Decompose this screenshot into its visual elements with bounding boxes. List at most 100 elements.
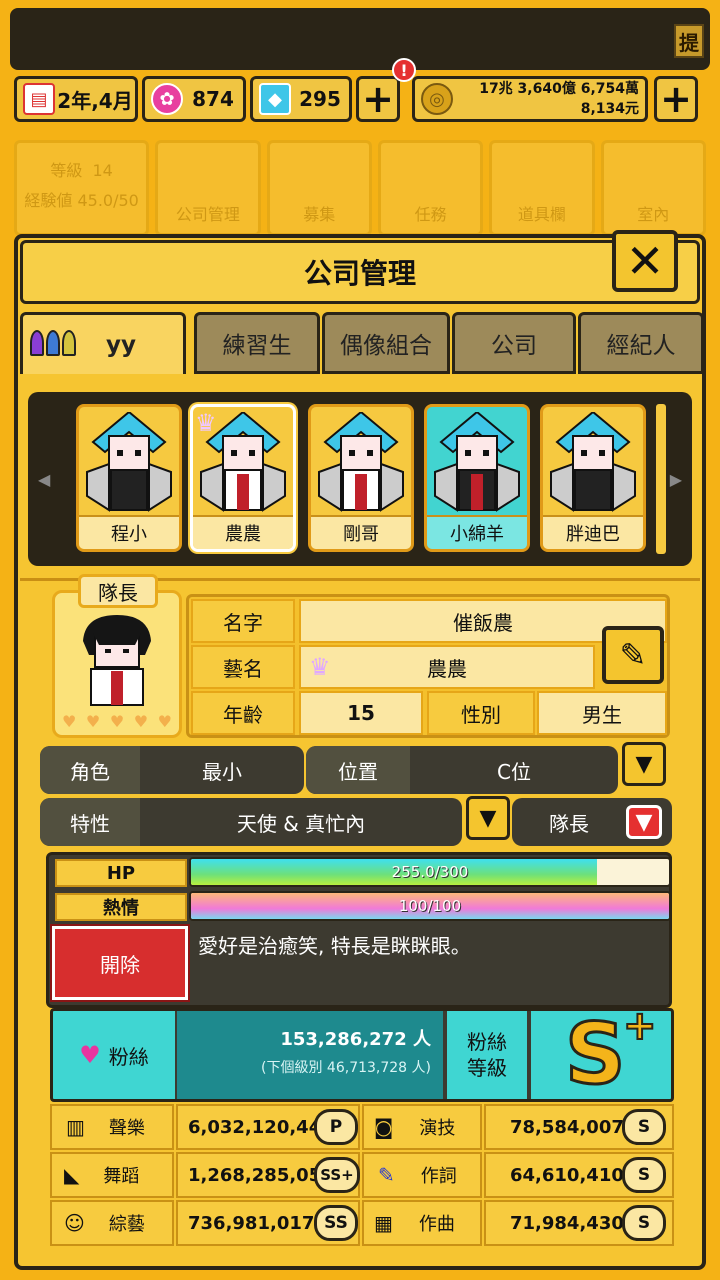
stage-name-row: ♛ 農農 <box>299 645 595 689</box>
age-value: 15 <box>299 691 423 735</box>
trait-label: 特性 <box>40 798 140 846</box>
crown-icon: ♛ <box>195 409 217 437</box>
gender-value: 男生 <box>537 691 667 735</box>
top-bar: 提 <box>10 8 710 70</box>
heart-icon: ♥ <box>85 712 101 731</box>
position-row: 位置 C位 <box>306 746 618 794</box>
member-name: 程小 <box>79 515 179 549</box>
bg-tile-interior: 室內 <box>600 140 706 236</box>
role-row: 角色 最小 <box>40 746 304 794</box>
fans-grade-plus: + <box>622 1008 657 1050</box>
fans-panel: ♥ 粉絲 153,286,272 人 (下個級別 46,713,728 人) 粉… <box>50 1008 674 1102</box>
group-members-icon <box>30 330 76 356</box>
pink-gem-icon: ✿ <box>151 83 183 115</box>
tab-label: yy <box>106 331 136 358</box>
date-display: ▤ 2年,4月 <box>14 76 138 122</box>
chevron-down-icon: ▼ <box>635 809 653 835</box>
close-button[interactable]: ✕ <box>612 230 678 292</box>
stat-acting-grade: S <box>622 1109 666 1145</box>
crown-icon: ♛ <box>309 653 331 681</box>
stats-grid: ▥ 聲樂 6,032,120,443 P ◙ 演技 78,584,007 S ◣… <box>50 1104 674 1248</box>
bg-tile-company: 公司管理 <box>155 140 261 236</box>
heart-icon: ♥ <box>157 712 172 731</box>
trait-dropdown-button[interactable]: ▼ <box>466 796 510 840</box>
member-name: 胖迪巴 <box>543 515 643 549</box>
fans-level-label: 粉絲 等級 <box>447 1011 527 1099</box>
scroll-left-icon[interactable]: ◀ <box>38 470 50 489</box>
tab-trainees[interactable]: 練習生 <box>194 312 320 374</box>
edit-name-button[interactable]: ✎ <box>602 626 664 684</box>
affection-hearts: ♥ ♥ ♥ ♥ ♥ <box>62 712 172 732</box>
member-card[interactable]: 剛哥 <box>308 404 414 552</box>
member-card[interactable]: 小綿羊 <box>424 404 530 552</box>
fans-grade-box: S + <box>531 1011 671 1099</box>
hp-label: HP <box>55 859 187 887</box>
bg-tile-mission: 任務 <box>377 140 484 236</box>
stat-vocal-label-box: ▥ 聲樂 <box>50 1104 174 1150</box>
fire-button[interactable]: 開除 <box>50 924 190 1002</box>
stat-variety-grade: SS <box>314 1205 358 1241</box>
heart-icon: ♥ <box>109 712 125 731</box>
member-card-selected[interactable]: ♛ 農農 <box>190 404 296 552</box>
hp-bar: 255.0/300 <box>189 857 671 887</box>
scroll-right-icon[interactable]: ▶ <box>670 470 682 489</box>
stat-lyrics-label-box: ✎ 作詞 <box>362 1152 482 1198</box>
pink-gem-counter: ✿ 874 <box>142 76 246 122</box>
role-value: 最小 <box>202 759 242 784</box>
stat-compose-grade: S <box>622 1205 666 1241</box>
add-money-button[interactable]: + <box>654 76 698 122</box>
stat-variety-label-box: ☺ 綜藝 <box>50 1200 174 1246</box>
calendar-icon: ▤ <box>23 83 55 115</box>
microphone-icon: ▥ <box>66 1115 85 1139</box>
position-dropdown-button[interactable]: ▼ <box>622 742 666 786</box>
trait-row: 特性 天使 & 真忙內 <box>40 798 462 846</box>
fans-label-box: ♥ 粉絲 <box>53 1011 175 1099</box>
money-value-line2: 8,134元 <box>580 101 639 117</box>
position-value: C位 <box>497 759 531 784</box>
shoe-icon: ◣ <box>64 1163 80 1187</box>
stage-name-value: 農農 <box>427 656 467 681</box>
panel-title: 公司管理 <box>20 240 700 304</box>
profile-info: 名字 催飯農 藝名 ♛ 農農 年齡 15 性別 男生 <box>186 594 670 738</box>
leader-toggle-button[interactable]: ▼ <box>626 805 662 839</box>
fans-next-level: (下個級別 46,713,728 人) <box>261 1060 431 1076</box>
leader-badge: 隊長 <box>78 574 158 608</box>
leader-row: 隊長 ▼ <box>512 798 672 846</box>
tab-company[interactable]: 公司 <box>452 312 576 374</box>
add-gems-button[interactable]: + <box>356 76 400 122</box>
stat-compose-label-box: ▦ 作曲 <box>362 1200 482 1246</box>
blue-gem-counter: ◆ 295 <box>250 76 352 122</box>
tab-manager[interactable]: 經紀人 <box>578 312 704 374</box>
character-portrait <box>543 407 643 517</box>
blue-gem-value: 295 <box>299 87 341 111</box>
character-portrait <box>79 407 179 517</box>
fans-count: 153,286,272 人 <box>280 1029 431 1050</box>
stage-name-label: 藝名 <box>191 645 295 689</box>
member-name: 小綿羊 <box>427 515 527 549</box>
character-portrait <box>311 407 411 517</box>
gender-label: 性別 <box>427 691 535 735</box>
bg-tile-items: 道具欄 <box>489 140 595 236</box>
member-card[interactable]: 程小 <box>76 404 182 552</box>
chevron-down-icon: ▼ <box>479 805 497 831</box>
level-tile: 等級 14 経験値 45.0/50 <box>14 140 150 236</box>
menu-extra-button[interactable]: 提 <box>674 24 704 58</box>
passion-bar: 100/100 <box>189 891 671 921</box>
stat-lyrics-grade: S <box>622 1157 666 1193</box>
camera-icon: ◙ <box>374 1115 394 1139</box>
passion-value: 100/100 <box>398 897 462 915</box>
piano-icon: ▦ <box>374 1211 393 1235</box>
money-value-line1: 17兆 3,640億 6,754萬 <box>479 81 639 97</box>
pen-icon: ✎ <box>378 1163 395 1187</box>
passion-label: 熱情 <box>55 893 187 921</box>
member-card[interactable]: 胖迪巴 <box>540 404 646 552</box>
tab-idol-groups[interactable]: 偶像組合 <box>322 312 450 374</box>
character-portrait <box>427 407 527 517</box>
heart-icon: ♥ <box>79 1041 101 1069</box>
stat-vocal-grade: P <box>314 1109 358 1145</box>
bg-tile-recruit: 募集 <box>266 140 372 236</box>
stat-acting-label-box: ◙ 演技 <box>362 1104 482 1150</box>
heart-icon: ♥ <box>62 712 77 731</box>
blue-gem-icon: ◆ <box>259 83 291 115</box>
member-name: 剛哥 <box>311 515 411 549</box>
